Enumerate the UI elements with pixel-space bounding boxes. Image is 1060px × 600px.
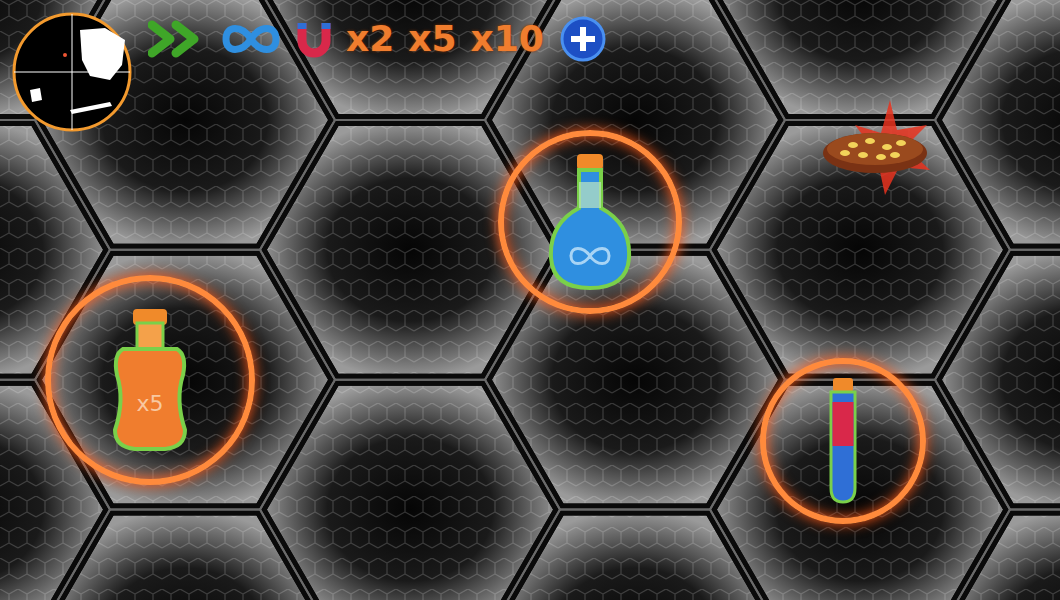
pizza-icon bbox=[815, 95, 935, 215]
bottle-pickup[interactable]: x5 bbox=[45, 275, 255, 485]
infinity-flask-icon bbox=[545, 152, 635, 292]
hex-floor-icon bbox=[0, 0, 1060, 600]
plus-icon bbox=[558, 14, 608, 64]
game-screen[interactable]: x5 x2 x5 x10 bbox=[0, 0, 1060, 600]
svg-text:x5: x5 bbox=[136, 391, 163, 416]
multiplier-label: x5 bbox=[408, 21, 456, 57]
multiplier-label: x10 bbox=[471, 21, 544, 57]
infinity-icon bbox=[220, 19, 282, 59]
pizza-pickup[interactable] bbox=[815, 95, 935, 215]
minimap[interactable] bbox=[10, 10, 134, 134]
tube-pickup[interactable] bbox=[760, 358, 926, 524]
speed-icon bbox=[148, 19, 206, 59]
multiplier-label: x2 bbox=[346, 21, 394, 57]
hud-bar: x2 x5 x10 bbox=[148, 14, 608, 64]
magnet-icon bbox=[296, 19, 332, 59]
multiplier-bottle-icon: x5 bbox=[105, 305, 195, 455]
test-tube-icon bbox=[823, 376, 863, 506]
flask-pickup[interactable] bbox=[498, 130, 682, 314]
